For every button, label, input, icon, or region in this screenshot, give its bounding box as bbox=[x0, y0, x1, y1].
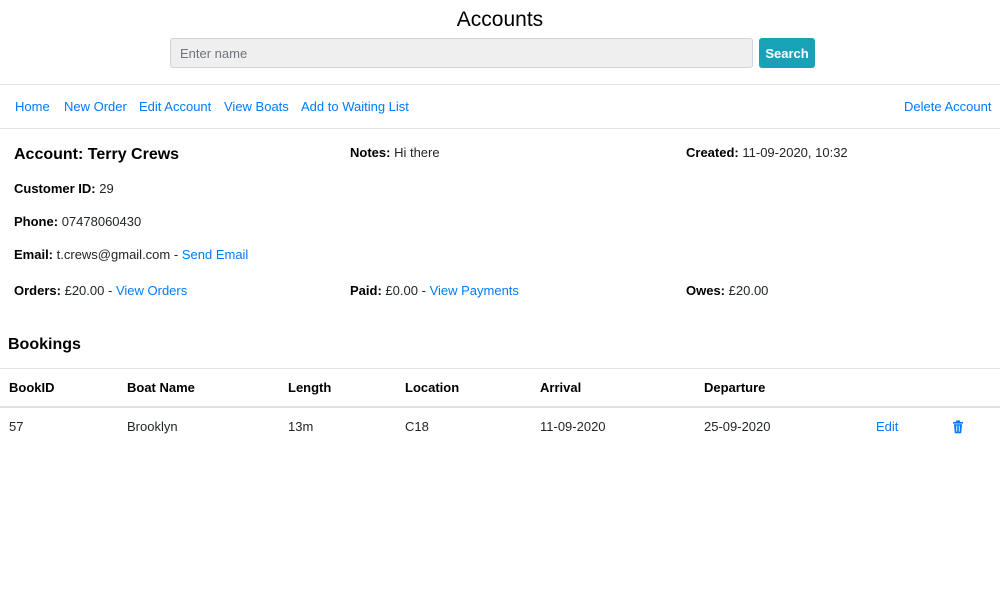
header: Accounts Search bbox=[0, 0, 1000, 85]
email-value: t.crews@gmail.com bbox=[56, 247, 171, 262]
column-header-departure: Departure bbox=[704, 380, 766, 395]
orders-label: Orders: bbox=[14, 283, 61, 298]
trash-icon[interactable] bbox=[952, 420, 964, 434]
accounts-page: Accounts Search Home New Order Edit Acco… bbox=[0, 0, 1000, 600]
cell-bookid: 57 bbox=[9, 419, 24, 434]
page-title: Accounts bbox=[456, 8, 544, 31]
owes-field: Owes: £20.00 bbox=[686, 283, 768, 299]
cell-boat-name: Brooklyn bbox=[127, 419, 178, 434]
cell-arrival: 11-09-2020 bbox=[540, 419, 606, 434]
orders-separator: - bbox=[107, 283, 113, 298]
email-separator: - bbox=[173, 247, 179, 262]
nav-edit-account-link[interactable]: Edit Account bbox=[139, 99, 211, 115]
customer-id-field: Customer ID: 29 bbox=[14, 181, 114, 197]
notes-field: Notes: Hi there bbox=[350, 145, 440, 161]
view-orders-link[interactable]: View Orders bbox=[116, 283, 187, 298]
phone-field: Phone: 07478060430 bbox=[14, 214, 141, 230]
created-field: Created: 11-09-2020, 10:32 bbox=[686, 145, 848, 161]
table-top-border bbox=[0, 368, 1000, 369]
account-nav: Home New Order Edit Account View Boats A… bbox=[0, 85, 1000, 129]
phone-value: 07478060430 bbox=[61, 214, 142, 229]
paid-label: Paid: bbox=[350, 283, 382, 298]
view-payments-link[interactable]: View Payments bbox=[430, 283, 519, 298]
created-label: Created: bbox=[686, 145, 739, 160]
nav-add-waiting-list-link[interactable]: Add to Waiting List bbox=[301, 99, 409, 115]
table-header-divider bbox=[0, 406, 1000, 408]
owes-value: £20.00 bbox=[728, 283, 769, 298]
email-label: Email: bbox=[14, 247, 54, 262]
search-button[interactable]: Search bbox=[759, 38, 815, 68]
paid-field: Paid: £0.00 - View Payments bbox=[350, 283, 519, 299]
notes-value: Hi there bbox=[394, 145, 440, 160]
column-header-arrival: Arrival bbox=[540, 380, 582, 395]
nav-view-boats-link[interactable]: View Boats bbox=[224, 99, 289, 115]
cell-location: C18 bbox=[405, 419, 429, 434]
orders-value: £20.00 bbox=[64, 283, 105, 298]
search-input[interactable] bbox=[170, 38, 753, 68]
paid-separator: - bbox=[421, 283, 426, 298]
email-field: Email: t.crews@gmail.com - Send Email bbox=[14, 247, 248, 263]
column-header-boat-name: Boat Name bbox=[127, 380, 195, 395]
owes-label: Owes: bbox=[686, 283, 726, 298]
cell-length: 13m bbox=[288, 419, 314, 434]
customer-id-label: Customer ID: bbox=[14, 181, 96, 196]
column-header-location: Location bbox=[405, 380, 460, 395]
column-header-length: Length bbox=[288, 380, 332, 395]
phone-label: Phone: bbox=[14, 214, 59, 229]
cell-departure: 25-09-2020 bbox=[704, 419, 771, 434]
created-value: 11-09-2020, 10:32 bbox=[742, 145, 848, 160]
nav-home-link[interactable]: Home bbox=[15, 99, 50, 115]
account-title: Account: Terry Crews bbox=[14, 146, 180, 163]
orders-field: Orders: £20.00 - View Orders bbox=[14, 283, 187, 299]
bookings-title: Bookings bbox=[8, 336, 81, 353]
nav-new-order-link[interactable]: New Order bbox=[64, 99, 127, 115]
nav-delete-account-link[interactable]: Delete Account bbox=[904, 99, 991, 115]
paid-value: £0.00 bbox=[385, 283, 418, 298]
edit-booking-link[interactable]: Edit bbox=[876, 419, 898, 435]
send-email-link[interactable]: Send Email bbox=[182, 247, 248, 262]
customer-id-value: 29 bbox=[99, 181, 114, 196]
notes-label: Notes: bbox=[350, 145, 391, 160]
column-header-bookid: BookID bbox=[9, 380, 55, 395]
